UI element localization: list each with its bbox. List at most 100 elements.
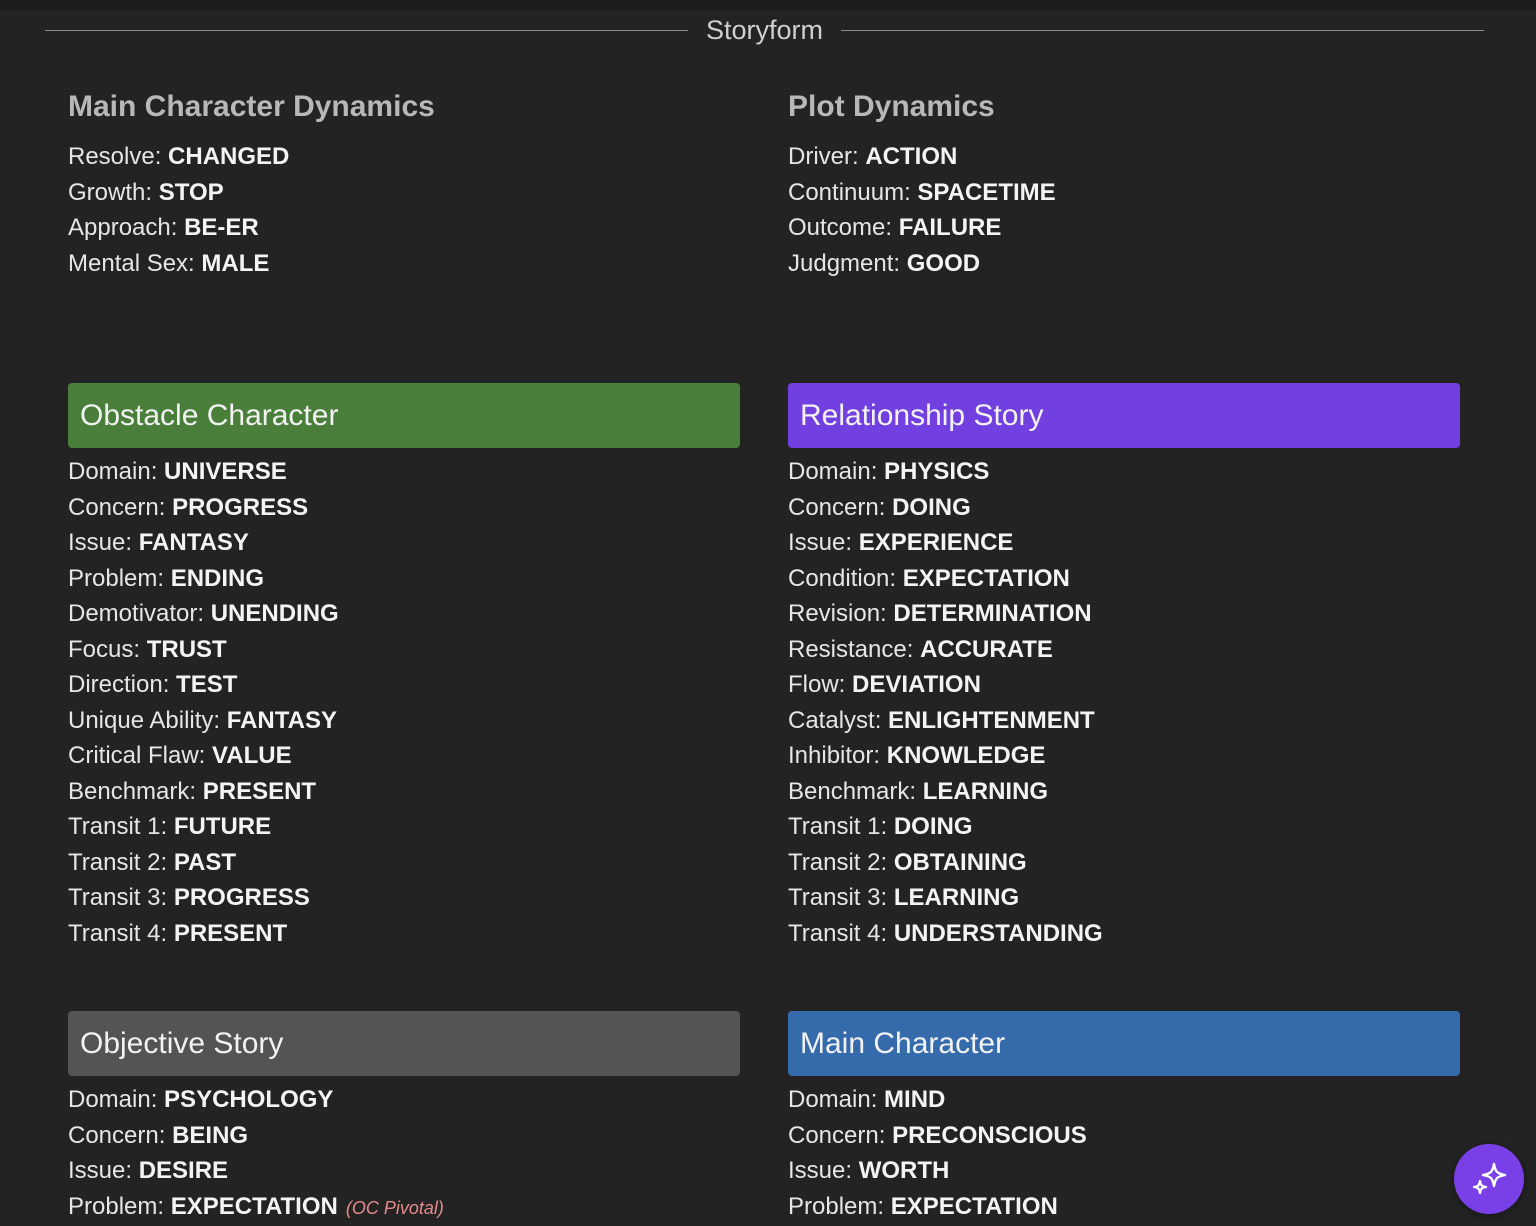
list-item: Problem: EXPECTATION (OC Pivotal) (68, 1189, 740, 1225)
objective-story-title: Objective Story (80, 1026, 284, 1060)
storyform-title: Storyform (705, 14, 824, 45)
list-item: Concern: BEING (68, 1118, 740, 1154)
field-label: Domain: (68, 458, 158, 485)
list-item: Domain: UNIVERSE (68, 454, 740, 490)
field-value: SPACETIME (917, 178, 1056, 206)
field-label: Transit 4: (68, 919, 168, 947)
field-value: CHANGED (168, 143, 290, 170)
field-value: FANTASY (226, 706, 337, 734)
field-label: Domain: (788, 1086, 878, 1113)
list-item: Driver: ACTION (788, 139, 1460, 175)
list-item: Condition: EXPECTATION (788, 561, 1460, 597)
field-value: STOP (158, 178, 224, 206)
field-value: PRESENT (173, 919, 288, 947)
list-item: Domain: MIND (788, 1082, 1460, 1118)
obstacle-character-list: Domain: UNIVERSE Concern: PROGRESS Issue: … (68, 454, 740, 951)
field-label: Issue: (68, 529, 133, 556)
field-value: KNOWLEDGE (886, 742, 1046, 769)
field-value: OBTAINING (893, 848, 1027, 876)
list-item: Transit 2: OBTAINING (788, 845, 1460, 881)
list-item: Issue: FANTASY (68, 525, 740, 561)
field-label: Demotivator: (68, 600, 205, 627)
list-item: Resistance: ACCURATE (788, 632, 1460, 668)
field-label: Focus: (68, 635, 141, 663)
field-label: Judgment: (788, 249, 901, 277)
list-item: Transit 3: PROGRESS (68, 880, 740, 916)
field-label: Growth: (68, 178, 153, 206)
field-label: Concern: (788, 493, 886, 521)
field-label: Issue: (788, 529, 853, 556)
sparkles-icon (1472, 1162, 1507, 1195)
list-item: Flow: DEVIATION (788, 667, 1460, 703)
plot-dynamics-title: Plot Dynamics (788, 90, 995, 123)
list-item: Benchmark: LEARNING (788, 774, 1460, 810)
field-value: PROGRESS (173, 884, 310, 911)
field-value: VALUE (212, 742, 292, 769)
field-value: WORTH (858, 1157, 950, 1184)
list-item: Transit 3: LEARNING (788, 880, 1460, 916)
main-character-dynamics-section: Main Character Dynamics Resolve: CHANGED… (68, 85, 740, 281)
list-item: Revision: DETERMINATION (788, 596, 1460, 632)
plot-dynamics-section: Plot Dynamics Driver: ACTION Continuum: S… (788, 85, 1460, 281)
field-value: PRECONSCIOUS (892, 1121, 1087, 1149)
list-item: Domain: PHYSICS (788, 454, 1460, 490)
field-value: ACCURATE (920, 635, 1053, 663)
field-value: PRESENT (202, 777, 317, 805)
list-item: Concern: PROGRESS (68, 490, 740, 526)
field-label: Domain: (68, 1086, 158, 1113)
ai-assistant-button[interactable] (1454, 1144, 1524, 1214)
field-label: Outcome: (788, 214, 893, 241)
field-label: Revision: (788, 600, 887, 627)
field-value: FANTASY (138, 529, 249, 556)
pivotal-note: (OC Pivotal) (345, 1197, 444, 1218)
field-value: BE-ER (184, 214, 259, 241)
field-value: PHYSICS (884, 458, 990, 485)
field-label: Issue: (788, 1157, 853, 1184)
field-value: EXPECTATION (902, 564, 1070, 592)
field-label: Issue: (68, 1157, 133, 1184)
field-value: UNIVERSE (164, 458, 287, 485)
field-label: Critical Flaw: (68, 742, 206, 769)
storyform-header: Storyform (45, 8, 1484, 52)
field-value: GOOD (906, 249, 981, 277)
field-value: EXPECTATION (890, 1192, 1058, 1220)
field-label: Concern: (788, 1121, 886, 1149)
field-value: EXPERIENCE (858, 529, 1014, 556)
list-item: Issue: WORTH (788, 1153, 1460, 1189)
list-item: Unique Ability: FANTASY (68, 703, 740, 739)
list-item: Issue: DESIRE (68, 1153, 740, 1189)
list-item: Domain: PSYCHOLOGY (68, 1082, 740, 1118)
field-label: Transit 4: (788, 919, 888, 947)
list-item: Transit 4: PRESENT (68, 916, 740, 952)
main-character-banner: Main Character (788, 1011, 1460, 1076)
list-item: Problem: ENDING (68, 561, 740, 597)
field-value: DEVIATION (852, 671, 981, 698)
field-label: Transit 2: (788, 848, 888, 876)
field-label: Transit 3: (68, 884, 168, 911)
field-value: MIND (884, 1086, 946, 1113)
list-item: Transit 1: DOING (788, 809, 1460, 845)
field-label: Problem: (68, 564, 165, 592)
list-item: Benchmark: PRESENT (68, 774, 740, 810)
field-label: Domain: (788, 458, 878, 485)
list-item: Demotivator: UNENDING (68, 596, 740, 632)
field-value: LEARNING (893, 884, 1020, 911)
relationship-story-list: Domain: PHYSICS Concern: DOING Issue: EXPE… (788, 454, 1460, 951)
list-item: Mental Sex: MALE (68, 246, 740, 282)
list-item: Approach: BE-ER (68, 210, 740, 246)
field-value: PAST (173, 848, 237, 876)
list-item: Continuum: SPACETIME (788, 175, 1460, 211)
field-label: Resolve: (68, 143, 162, 170)
list-item: Direction: TEST (68, 667, 740, 703)
relationship-story-banner: Relationship Story (788, 383, 1460, 448)
field-label: Resistance: (788, 635, 914, 663)
field-value: ACTION (865, 143, 958, 170)
main-character-section: Main Character Domain: MIND Concern: PREC… (788, 1011, 1460, 1224)
field-value: EXPECTATION (170, 1192, 338, 1220)
field-label: Flow: (788, 671, 846, 698)
list-item: Catalyst: ENLIGHTENMENT (788, 703, 1460, 739)
list-item: Transit 4: UNDERSTANDING (788, 916, 1460, 952)
main-character-dynamics-title: Main Character Dynamics (68, 90, 435, 123)
field-value: PROGRESS (172, 493, 309, 521)
list-item: Critical Flaw: VALUE (68, 738, 740, 774)
